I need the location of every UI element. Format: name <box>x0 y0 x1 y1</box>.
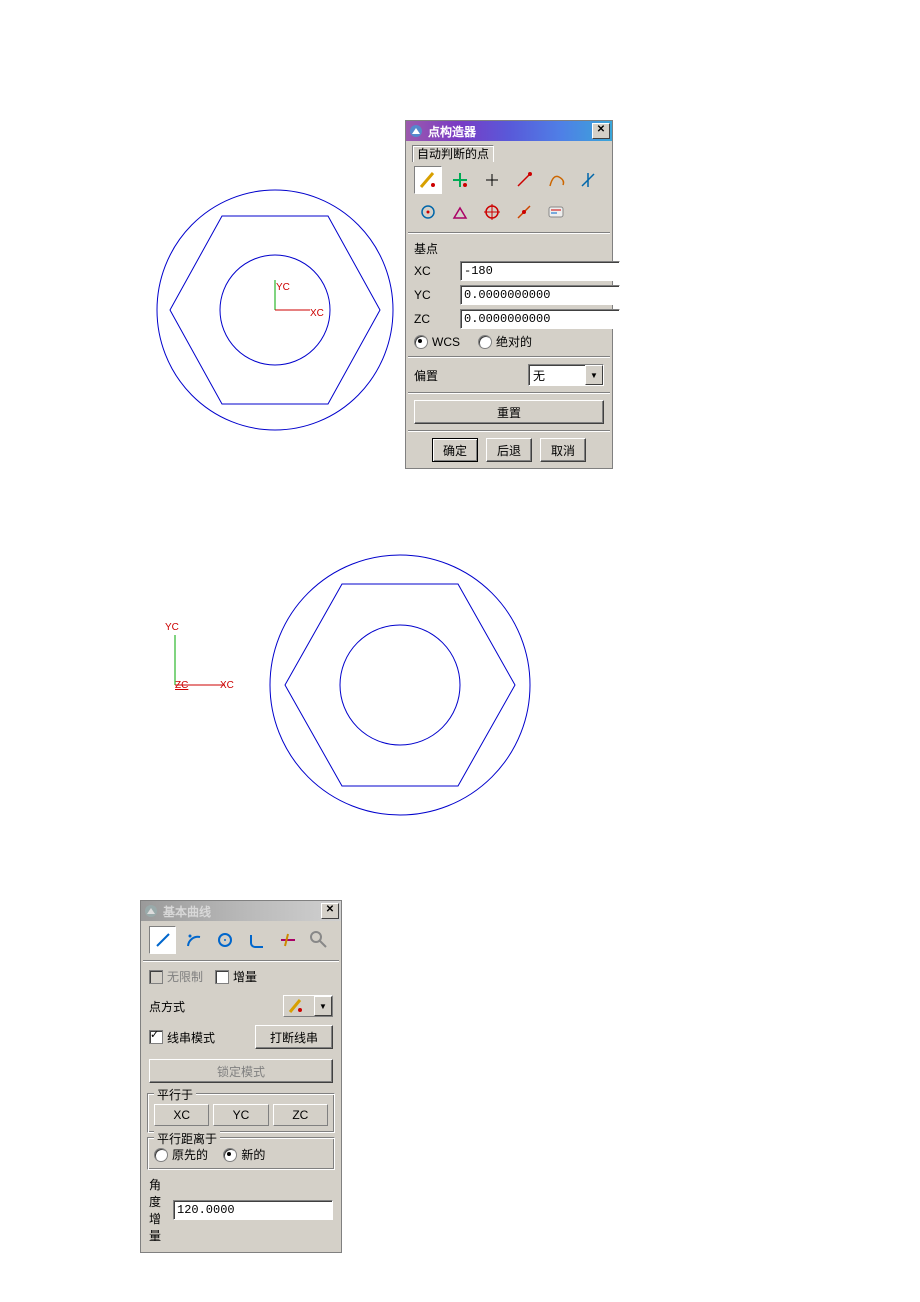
xc-label: XC <box>414 264 454 278</box>
point-method-select[interactable]: ▼ <box>283 995 333 1017</box>
angle-point-icon[interactable] <box>446 198 474 226</box>
dialog-title-2: 基本曲线 <box>163 903 211 920</box>
dialog-titlebar-2[interactable]: 基本曲线 ✕ <box>141 901 341 921</box>
xc-input[interactable] <box>460 261 620 281</box>
ok-button[interactable]: 确定 <box>432 438 478 462</box>
close-icon-2[interactable]: ✕ <box>321 903 339 919</box>
parallel-to-label: 平行于 <box>154 1086 196 1103</box>
angle-increment-input[interactable] <box>173 1200 333 1220</box>
parallel-yc-button[interactable]: YC <box>213 1104 268 1126</box>
fillet-tool-icon[interactable] <box>243 926 270 954</box>
base-point-label: 基点 <box>414 240 438 257</box>
arc-tool-icon[interactable] <box>180 926 207 954</box>
quadrant-icon[interactable] <box>478 198 506 226</box>
cancel-button[interactable]: 取消 <box>540 438 586 462</box>
point-type-toolbar-row2 <box>406 196 612 228</box>
dialog-title: 点构造器 <box>428 123 476 140</box>
control-point-icon[interactable] <box>542 166 570 194</box>
parallel-zc-button[interactable]: ZC <box>273 1104 328 1126</box>
cursor-point-icon[interactable] <box>446 166 474 194</box>
existing-point-icon[interactable] <box>478 166 506 194</box>
infer-point-icon[interactable] <box>414 166 442 194</box>
fig2-yc-label: YC <box>165 622 179 633</box>
back-button[interactable]: 后退 <box>486 438 532 462</box>
edit-params-icon[interactable] <box>306 926 333 954</box>
offset-label: 偏置 <box>414 367 438 384</box>
string-mode-checkbox[interactable]: 线串模式 <box>149 1029 215 1046</box>
increment-checkbox[interactable]: 增量 <box>215 968 257 985</box>
line-tool-icon[interactable] <box>149 926 176 954</box>
new-radio[interactable]: 新的 <box>223 1146 265 1163</box>
circle-tool-icon[interactable] <box>212 926 239 954</box>
xc-axis-label: XC <box>310 308 324 319</box>
parallel-to-group: 平行于 XC YC ZC <box>147 1093 335 1133</box>
point-type-toolbar-row1 <box>406 164 612 196</box>
app-icon <box>408 123 424 139</box>
figure-2-geometry <box>260 545 540 825</box>
reset-button[interactable]: 重置 <box>414 400 604 424</box>
wcs-radio[interactable]: WCS <box>414 335 460 349</box>
figure-1-geometry <box>145 180 405 440</box>
absolute-radio[interactable]: 绝对的 <box>478 333 532 350</box>
break-string-button[interactable]: 打断线串 <box>255 1025 333 1049</box>
zc-label: ZC <box>414 312 454 326</box>
parallel-xc-button[interactable]: XC <box>154 1104 209 1126</box>
lock-mode-button: 锁定模式 <box>149 1059 333 1083</box>
curve-type-toolbar <box>141 921 341 956</box>
fig2-zc-label: ZC <box>175 680 188 691</box>
fig2-xc-label: XC <box>220 680 234 691</box>
chevron-down-icon-2[interactable]: ▼ <box>314 996 332 1016</box>
dialog-titlebar[interactable]: 点构造器 ✕ <box>406 121 612 141</box>
basic-curves-dialog: 基本曲线 ✕ 无限制 增量 点方式 ▼ 线串模式 打断线串 锁定模式 平行于 X… <box>140 900 342 1253</box>
expression-icon[interactable] <box>542 198 570 226</box>
chevron-down-icon[interactable]: ▼ <box>585 365 603 385</box>
angle-increment-label: 角度增量 <box>149 1176 163 1244</box>
app-icon-2 <box>143 903 159 919</box>
zc-input[interactable] <box>460 309 620 329</box>
endpoint-icon[interactable] <box>510 166 538 194</box>
previous-radio[interactable]: 原先的 <box>154 1146 208 1163</box>
yc-input[interactable] <box>460 285 620 305</box>
parallel-distance-label: 平行距离于 <box>154 1130 220 1147</box>
point-method-label: 点方式 <box>149 998 185 1015</box>
unlimited-checkbox: 无限制 <box>149 968 203 985</box>
yc-label: YC <box>414 288 454 302</box>
auto-infer-label: 自动判断的点 <box>412 145 494 162</box>
arc-center-icon[interactable] <box>414 198 442 226</box>
close-icon[interactable]: ✕ <box>592 123 610 139</box>
offset-select[interactable]: 无 ▼ <box>528 364 604 386</box>
point-constructor-dialog: 点构造器 ✕ 自动判断的点 基点 XC YC ZC WCS 绝对的 偏置 <box>405 120 613 469</box>
parallel-distance-group: 平行距离于 原先的 新的 <box>147 1137 335 1170</box>
intersection-icon[interactable] <box>574 166 602 194</box>
yc-axis-label: YC <box>276 282 290 293</box>
trim-tool-icon[interactable] <box>274 926 301 954</box>
on-curve-icon[interactable] <box>510 198 538 226</box>
infer-point-icon-small <box>288 998 304 1014</box>
